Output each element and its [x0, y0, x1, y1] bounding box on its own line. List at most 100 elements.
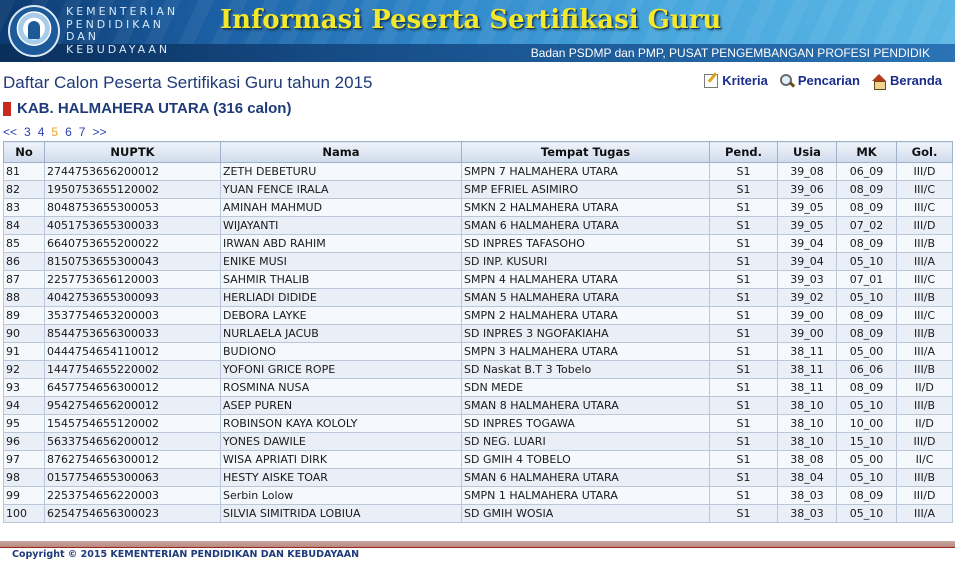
cell-mk: 08_09: [836, 306, 897, 325]
cell-no: 92: [3, 360, 45, 379]
home-icon: [871, 73, 886, 90]
cell-mk: 15_10: [836, 432, 897, 451]
cell-pend: S1: [709, 468, 778, 487]
cell-tempat-tugas: SDN MEDE: [461, 378, 710, 397]
column-header-no: No: [3, 141, 45, 163]
cell-usia: 39_05: [777, 198, 837, 217]
cell-gol: III/D: [896, 486, 953, 505]
cell-mk: 07_02: [836, 216, 897, 235]
cell-gol: III/D: [896, 162, 953, 181]
pager-page[interactable]: 4: [38, 125, 45, 139]
cell-mk: 08_09: [836, 378, 897, 397]
column-header-nama: Nama: [220, 141, 462, 163]
cell-nama: SAHMIR THALIB: [220, 270, 462, 289]
pager-page[interactable]: 7: [79, 125, 86, 139]
cell-no: 81: [3, 162, 45, 181]
table-header-row: No NUPTK Nama Tempat Tugas Pend. Usia MK…: [3, 141, 953, 163]
ministry-line: KEBUDAYAAN: [66, 42, 171, 56]
pencarian-link[interactable]: Pencarian: [779, 73, 860, 88]
table-row: 90 8544753656300033 NURLAELA JACUB SD INPRE…: [3, 324, 953, 343]
cell-no: 91: [3, 342, 45, 361]
cell-tempat-tugas: SD Naskat B.T 3 Tobelo: [461, 360, 710, 379]
cell-gol: III/B: [896, 360, 953, 379]
cell-usia: 39_05: [777, 216, 837, 235]
cell-pend: S1: [709, 324, 778, 343]
cell-mk: 07_01: [836, 270, 897, 289]
pager-prev[interactable]: <<: [3, 125, 17, 139]
column-header-tempat-tugas: Tempat Tugas: [461, 141, 710, 163]
ministry-line: DAN: [66, 30, 100, 43]
cell-usia: 38_11: [777, 342, 837, 361]
cell-nama: AMINAH MAHMUD: [220, 198, 462, 217]
cell-tempat-tugas: SMPN 7 HALMAHERA UTARA: [461, 162, 710, 181]
cell-tempat-tugas: SD INP. KUSURI: [461, 252, 710, 271]
cell-nuptk: 8048753655300053: [44, 198, 221, 217]
cell-tempat-tugas: SMKN 2 HALMAHERA UTARA: [461, 198, 710, 217]
cell-tempat-tugas: SD GMIH 4 TOBELO: [461, 450, 710, 469]
cell-pend: S1: [709, 378, 778, 397]
cell-tempat-tugas: SD GMIH WOSIA: [461, 504, 710, 523]
cell-nuptk: 4042753655300093: [44, 288, 221, 307]
table-body: 81 2744753656200012 ZETH DEBETURU SMPN 7 HA…: [3, 162, 953, 523]
cell-nama: IRWAN ABD RAHIM: [220, 234, 462, 253]
cell-pend: S1: [709, 414, 778, 433]
cell-nama: NURLAELA JACUB: [220, 324, 462, 343]
cell-no: 87: [3, 270, 45, 289]
cell-gol: III/B: [896, 234, 953, 253]
cell-nama: ENIKE MUSI: [220, 252, 462, 271]
cell-usia: 39_02: [777, 288, 837, 307]
cell-gol: III/B: [896, 468, 953, 487]
cell-no: 90: [3, 324, 45, 343]
cell-gol: III/C: [896, 180, 953, 199]
cell-nama: YONES DAWILE: [220, 432, 462, 451]
cell-no: 82: [3, 180, 45, 199]
cell-gol: III/A: [896, 342, 953, 361]
pager-page[interactable]: 3: [24, 125, 31, 139]
site-subtitle: Badan PSDMP dan PMP, PUSAT PENGEMBANGAN …: [530, 46, 930, 60]
table-row: 98 0157754655300063 HESTY AISKE TOAR SMAN 6…: [3, 468, 953, 487]
cell-usia: 39_04: [777, 234, 837, 253]
pencarian-label: Pencarian: [797, 73, 860, 88]
table-row: 91 0444754654110012 BUDIONO SMPN 3 HALMAHER…: [3, 342, 953, 361]
top-navigation: Kriteria Pencarian Beranda: [696, 73, 942, 90]
cell-no: 94: [3, 396, 45, 415]
cell-pend: S1: [709, 198, 778, 217]
cell-no: 85: [3, 234, 45, 253]
cell-nama: WIJAYANTI: [220, 216, 462, 235]
cell-no: 89: [3, 306, 45, 325]
cell-tempat-tugas: SMP EFRIEL ASIMIRO: [461, 180, 710, 199]
cell-nuptk: 0444754654110012: [44, 342, 221, 361]
cell-mk: 08_09: [836, 486, 897, 505]
cell-mk: 05_00: [836, 450, 897, 469]
cell-mk: 05_10: [836, 504, 897, 523]
column-header-mk: MK: [836, 141, 897, 163]
pager-next[interactable]: >>: [92, 125, 106, 139]
cell-nama: ASEP PUREN: [220, 396, 462, 415]
kriteria-link[interactable]: Kriteria: [704, 73, 768, 88]
table-row: 83 8048753655300053 AMINAH MAHMUD SMKN 2 HA…: [3, 198, 953, 217]
region-title: KAB. HALMAHERA UTARA (316 calon): [17, 100, 292, 117]
cell-nuptk: 6640753655200022: [44, 234, 221, 253]
cell-gol: III/C: [896, 270, 953, 289]
pager-page[interactable]: 6: [65, 125, 72, 139]
table-row: 85 6640753655200022 IRWAN ABD RAHIM SD INPR…: [3, 234, 953, 253]
cell-mk: 08_09: [836, 198, 897, 217]
cell-pend: S1: [709, 216, 778, 235]
site-banner: KEMENTERIAN PENDIDIKAN DAN KEBUDAYAAN In…: [0, 0, 955, 62]
cell-pend: S1: [709, 162, 778, 181]
cell-no: 93: [3, 378, 45, 397]
cell-no: 83: [3, 198, 45, 217]
cell-pend: S1: [709, 306, 778, 325]
cell-no: 86: [3, 252, 45, 271]
table-row: 86 8150753655300043 ENIKE MUSI SD INP. KUSU…: [3, 252, 953, 271]
cell-gol: III/B: [896, 288, 953, 307]
table-row: 100 6254754656300023 SILVIA SIMITRIDA LOBI…: [3, 504, 953, 523]
cell-pend: S1: [709, 270, 778, 289]
cell-nuptk: 0157754655300063: [44, 468, 221, 487]
beranda-link[interactable]: Beranda: [871, 73, 942, 90]
cell-nuptk: 4051753655300033: [44, 216, 221, 235]
table-row: 93 6457754656300012 ROSMINA NUSA SDN MEDE S1…: [3, 378, 953, 397]
cell-nuptk: 2253754656220003: [44, 486, 221, 505]
cell-no: 100: [3, 504, 45, 523]
cell-nuptk: 1447754655220002: [44, 360, 221, 379]
